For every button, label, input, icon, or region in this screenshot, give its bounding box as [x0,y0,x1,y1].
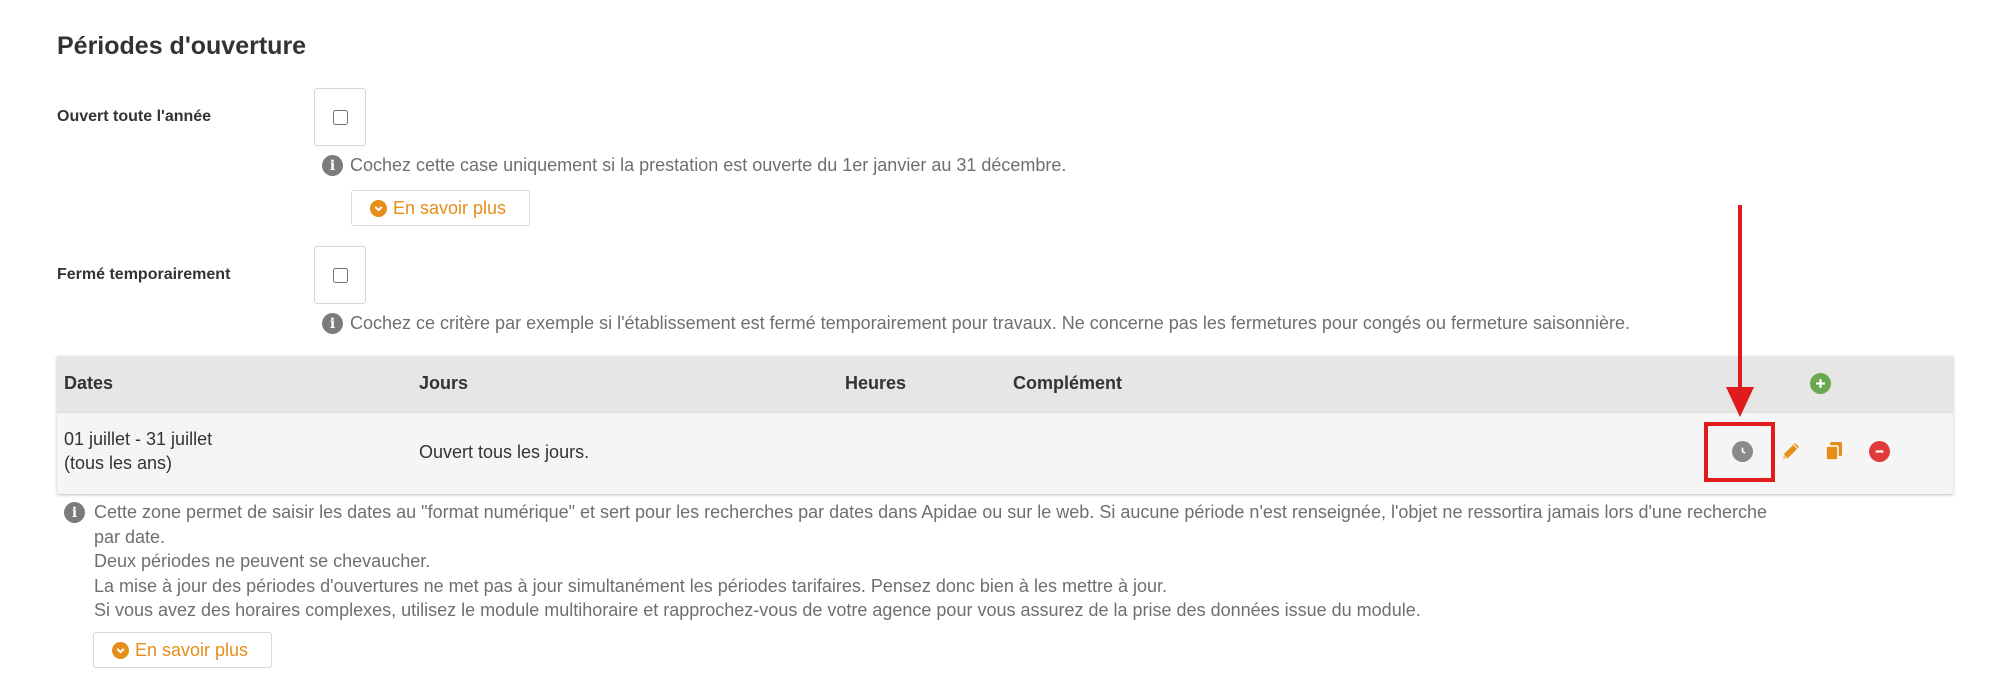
learn-more-label: En savoir plus [135,639,249,660]
chevron-down-icon [112,641,129,659]
learn-more-button-open-all-year[interactable]: En savoir plus [351,190,530,226]
info-line: La mise à jour des périodes d'ouvertures… [94,575,1168,596]
column-header-hours: Heures [845,373,907,393]
plus-circle-icon[interactable] [1810,373,1831,394]
info-line: par date. [94,526,166,547]
row-dates-recurrence: (tous les ans) [64,453,173,473]
row-dates: 01 juillet - 31 juillet (tous les ans) [64,427,212,475]
temporarily-closed-help: i Cochez ce critère par exemple si l'éta… [322,313,1630,334]
temporarily-closed-checkbox-wrapper [314,246,366,304]
info-line: Cette zone permet de saisir les dates au… [94,502,1768,522]
learn-more-label: En savoir plus [393,197,507,218]
column-header-dates: Dates [64,373,114,393]
periods-table-header: Dates Jours Heures Complément [57,356,1953,412]
periods-info-text: Cette zone permet de saisir les dates au… [94,500,1974,623]
open-all-year-help-text: Cochez cette case uniquement si la prest… [350,155,1067,175]
learn-more-button-periods[interactable]: En savoir plus [93,632,272,668]
open-all-year-checkbox[interactable] [332,109,348,125]
red-arrow-annotation [1726,205,1754,417]
row-dates-range: 01 juillet - 31 juillet [64,429,213,449]
temporarily-closed-help-text: Cochez ce critère par exemple si l'établ… [350,313,1631,333]
copy-icon[interactable] [1822,439,1846,463]
minus-circle-icon[interactable] [1869,441,1890,462]
info-line: Deux périodes ne peuvent se chevaucher. [94,551,431,571]
temporarily-closed-label: Fermé temporairement [57,266,231,283]
info-line: Si vous avez des horaires complexes, uti… [94,600,1421,620]
periods-table: Dates Jours Heures Complément 01 juillet… [57,356,1953,494]
open-all-year-checkbox-wrapper [314,88,366,146]
pencil-icon[interactable] [1779,439,1803,463]
column-header-days: Jours [419,373,469,393]
table-row: 01 juillet - 31 juillet (tous les ans) O… [57,412,1953,494]
highlight-box [1704,422,1775,482]
info-icon: i [322,155,343,176]
temporarily-closed-checkbox[interactable] [332,267,348,283]
chevron-down-icon [370,199,387,217]
column-header-complement: Complément [1013,373,1123,393]
row-days: Ouvert tous les jours. [419,442,590,462]
info-icon: i [64,502,85,523]
section-title: Périodes d'ouverture [57,32,307,60]
open-all-year-help: i Cochez cette case uniquement si la pre… [322,155,1066,176]
info-icon: i [322,313,343,334]
open-all-year-label: Ouvert toute l'année [57,108,212,125]
